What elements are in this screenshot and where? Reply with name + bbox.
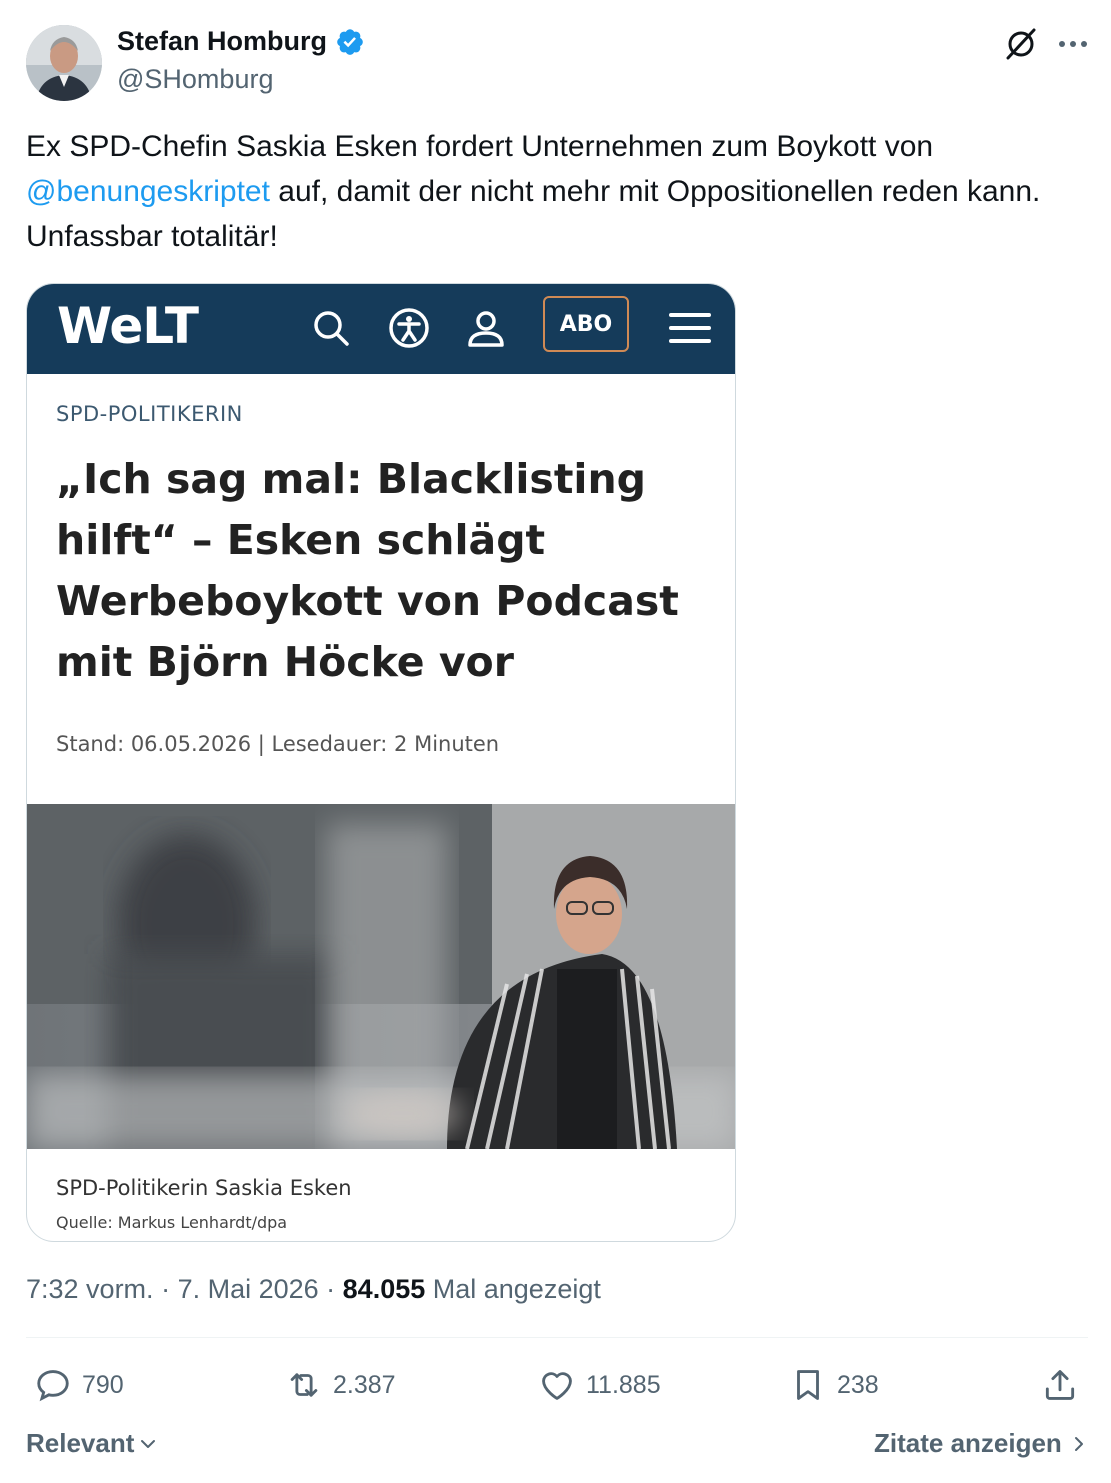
welt-user-icon xyxy=(459,301,513,355)
tweet-text-before: Ex SPD-Chefin Saskia Esken fordert Unter… xyxy=(26,130,934,163)
more-dots-icon xyxy=(1059,41,1087,47)
chevron-right-icon xyxy=(1074,1436,1083,1451)
bookmark-count: 238 xyxy=(837,1370,879,1399)
views-label: Mal angezeigt xyxy=(425,1274,601,1304)
avatar[interactable] xyxy=(26,25,102,101)
welt-header-bar: WeLT ABO xyxy=(27,284,735,374)
avatar-image xyxy=(26,25,102,101)
author-display-name[interactable]: Stefan Homburg xyxy=(117,26,327,57)
repost-icon xyxy=(290,1373,318,1397)
like-button[interactable]: 11.885 xyxy=(538,1362,661,1408)
bookmark-button[interactable]: 238 xyxy=(789,1362,879,1408)
tweet-text: Ex SPD-Chefin Saskia Esken fordert Unter… xyxy=(26,124,1086,259)
welt-accessibility-icon xyxy=(382,301,436,355)
welt-search-icon xyxy=(304,301,358,355)
repost-button[interactable]: 2.387 xyxy=(285,1362,396,1408)
heart-icon xyxy=(542,1372,572,1400)
article-headline: „Ich sag mal: Blacklisting hilft“ – Eske… xyxy=(56,455,679,686)
author-handle[interactable]: @SHomburg xyxy=(117,64,273,95)
repost-count: 2.387 xyxy=(333,1370,396,1399)
quotes-label: Zitate anzeigen xyxy=(874,1428,1062,1458)
article-photo xyxy=(27,804,735,1149)
reply-button[interactable]: 790 xyxy=(34,1362,124,1408)
attached-image[interactable]: WeLT ABO SPD-POLITIKERIN „Ich sag mal: B… xyxy=(26,283,736,1242)
meta-separator: · xyxy=(153,1274,178,1304)
article-kicker: SPD-POLITIKERIN xyxy=(56,402,243,426)
photo-credit: Quelle: Markus Lenhardt/dpa xyxy=(56,1213,288,1232)
like-count: 11.885 xyxy=(586,1370,661,1399)
share-button[interactable] xyxy=(1041,1362,1079,1408)
tweet-date[interactable]: 7. Mai 2026 xyxy=(178,1274,319,1304)
tweet-time[interactable]: 7:32 vorm. xyxy=(26,1274,154,1304)
view-count: 84.055 xyxy=(342,1274,426,1304)
grok-button[interactable] xyxy=(1002,26,1040,62)
welt-menu-icon xyxy=(663,301,717,355)
welt-abo-button: ABO xyxy=(543,296,629,352)
more-options-button[interactable] xyxy=(1054,26,1092,62)
verified-badge-icon xyxy=(335,27,365,57)
article-meta: Stand: 06.05.2026 | Lesedauer: 2 Minuten xyxy=(56,732,500,756)
tweet-meta-line: 7:32 vorm. · 7. Mai 2026 · 84.055 Mal an… xyxy=(26,1274,601,1305)
sort-relevant-button[interactable]: Relevant xyxy=(26,1428,160,1459)
mention-link[interactable]: @benungeskriptet xyxy=(26,175,270,208)
author-name-row[interactable]: Stefan Homburg xyxy=(117,26,365,57)
grok-icon xyxy=(1006,28,1036,60)
bookmark-icon xyxy=(797,1370,819,1400)
share-icon xyxy=(1045,1370,1075,1400)
view-quotes-link[interactable]: Zitate anzeigen xyxy=(874,1428,1088,1459)
chevron-down-icon xyxy=(141,1439,156,1448)
reply-count: 790 xyxy=(82,1370,124,1399)
divider xyxy=(26,1337,1088,1338)
reply-icon xyxy=(37,1370,69,1402)
welt-logo: WeLT xyxy=(57,297,199,355)
meta-separator: · xyxy=(318,1274,343,1304)
photo-caption: SPD-Politikerin Saskia Esken xyxy=(56,1176,352,1200)
sort-label: Relevant xyxy=(26,1428,135,1458)
